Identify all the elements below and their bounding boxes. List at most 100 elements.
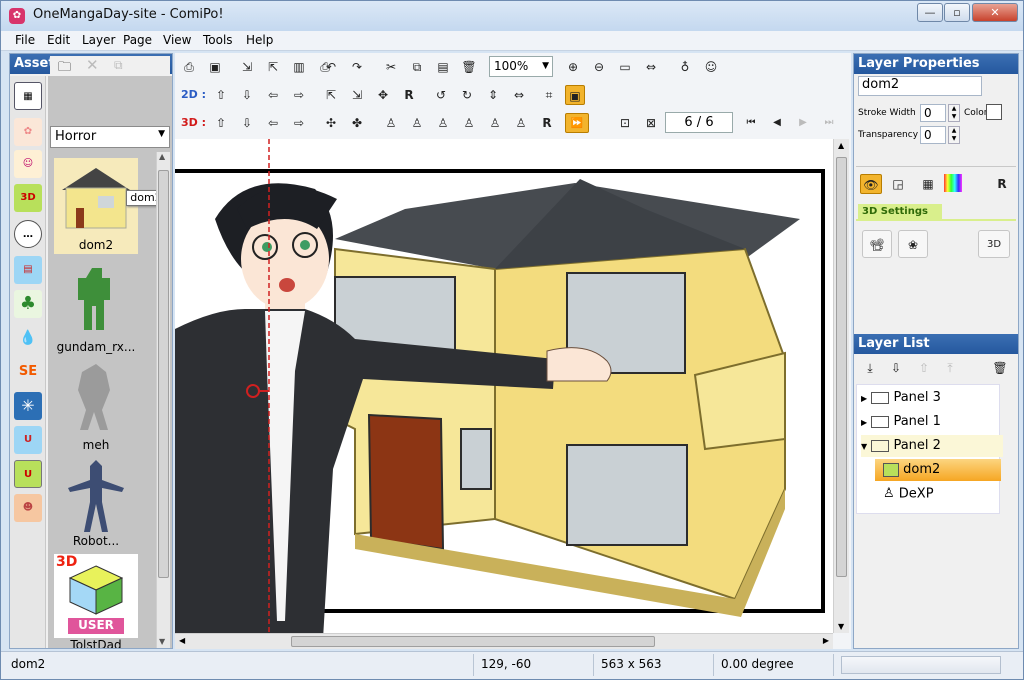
copy-tool-icon[interactable]: ⧉ xyxy=(407,57,427,77)
move-3d-down-icon[interactable]: ⇩ xyxy=(237,113,257,133)
user-bg-icon[interactable]: U xyxy=(14,426,42,454)
pose-turn-right-icon[interactable]: ♙ xyxy=(407,113,427,133)
flip-h-icon[interactable]: ⇔ xyxy=(509,85,529,105)
zoom-select[interactable]: 100% ▼ xyxy=(489,56,553,77)
move-left-icon[interactable]: ⇦ xyxy=(263,85,283,105)
3d-settings-tab[interactable]: 3D Settings xyxy=(858,204,942,220)
move-down-icon[interactable]: ⇩ xyxy=(237,85,257,105)
layer-delete-icon[interactable]: 🗑 xyxy=(990,358,1010,378)
scroll-up-icon[interactable]: ▲ xyxy=(159,152,165,161)
save-icon[interactable]: ▣ xyxy=(205,57,225,77)
layer-top-icon[interactable]: ⤒ xyxy=(940,358,960,378)
line-tool-icon[interactable]: ◲ xyxy=(888,174,908,194)
scale-all-icon[interactable]: ✥ xyxy=(373,85,393,105)
layer-name-field[interactable]: dom2 xyxy=(858,76,982,96)
fit-width-icon[interactable]: ⇔ xyxy=(641,57,661,77)
menu-page[interactable]: Page xyxy=(123,33,152,47)
pose-tilt-left-icon[interactable]: ♙ xyxy=(433,113,453,133)
canvas-hscroll-thumb[interactable] xyxy=(291,636,655,647)
color-swatch[interactable] xyxy=(986,104,1002,120)
scale-3d-in-icon[interactable]: ✣ xyxy=(321,113,341,133)
scale-nw-icon[interactable]: ⇱ xyxy=(321,85,341,105)
transparency-field[interactable]: 0 xyxy=(920,126,946,144)
reset-3d-icon[interactable]: R xyxy=(537,113,557,133)
new-page-icon[interactable]: ⎙ xyxy=(179,57,199,77)
move-3d-up-icon[interactable]: ⇧ xyxy=(211,113,231,133)
scroll-left-icon[interactable]: ◀ xyxy=(179,636,185,645)
menu-tools[interactable]: Tools xyxy=(203,33,233,47)
drop-icon[interactable]: 💧 xyxy=(14,324,42,352)
stroke-width-spinner[interactable]: ▲ ▼ xyxy=(948,104,960,122)
flip-v-icon[interactable]: ⇕ xyxy=(483,85,503,105)
menu-help[interactable]: Help xyxy=(246,33,273,47)
last-page-icon[interactable]: ⏭ xyxy=(819,113,839,133)
panel-artwork[interactable] xyxy=(175,139,833,633)
layer-item-dom2[interactable]: dom2 xyxy=(875,459,1001,481)
pattern-icon[interactable]: ▦ xyxy=(918,174,938,194)
color-map-icon[interactable] xyxy=(944,174,962,192)
pose-spin-icon[interactable]: ♙ xyxy=(485,113,505,133)
background-user-icon[interactable]: ▤ xyxy=(14,256,42,284)
3d-mode-icon[interactable]: 3D xyxy=(978,230,1010,258)
user-char-icon[interactable]: ☻ xyxy=(14,494,42,522)
delete-icon[interactable]: ✕ xyxy=(86,56,99,74)
layer-item-panel-1[interactable]: ▶ Panel 1 xyxy=(861,411,1001,433)
gundam-thumbnail[interactable] xyxy=(66,264,126,336)
scroll-right-icon[interactable]: ▶ xyxy=(823,636,829,645)
background-icon[interactable]: ✿ xyxy=(14,118,42,146)
zoom-out-icon[interactable]: ⊖ xyxy=(589,57,609,77)
scale-3d-out-icon[interactable]: ✤ xyxy=(347,113,367,133)
page-counter[interactable]: 6 / 6 xyxy=(665,112,733,133)
meh-thumbnail[interactable] xyxy=(66,360,126,436)
maximize-button[interactable]: ▫ xyxy=(944,3,970,22)
layer-item-panel-2[interactable]: ▼ Panel 2 xyxy=(861,435,1003,457)
rotate-right-icon[interactable]: ↻ xyxy=(457,85,477,105)
move-up-icon[interactable]: ⇧ xyxy=(211,85,231,105)
page-delete-icon[interactable]: ⊠ xyxy=(641,113,661,133)
menu-view[interactable]: View xyxy=(163,33,191,47)
layer-down-icon[interactable]: ⤓ xyxy=(860,358,880,378)
layout-icon[interactable]: ▦ xyxy=(14,82,42,110)
category-select[interactable]: Horror ▼ xyxy=(50,126,170,148)
canvas-vscroll-thumb[interactable] xyxy=(836,157,847,577)
paste-icon[interactable]: ▥ xyxy=(289,57,309,77)
tree-icon[interactable]: ♣ xyxy=(14,290,42,318)
layer-item-panel-3[interactable]: ▶ Panel 3 xyxy=(861,387,1001,409)
user-3d-icon[interactable]: U xyxy=(14,460,42,488)
transparency-spinner[interactable]: ▲ ▼ xyxy=(948,126,960,144)
zoom-in-icon[interactable]: ⊕ xyxy=(563,57,583,77)
next-page-icon[interactable]: ▶ xyxy=(793,113,813,133)
menu-edit[interactable]: Edit xyxy=(47,33,70,47)
move-3d-left-icon[interactable]: ⇦ xyxy=(263,113,283,133)
close-button[interactable]: ✕ xyxy=(972,3,1018,22)
face-icon[interactable]: ☺ xyxy=(701,57,721,77)
reset-2d-icon[interactable]: R xyxy=(399,85,419,105)
character-icon[interactable]: ☺ xyxy=(14,150,42,178)
undo-icon[interactable]: ↶ xyxy=(321,57,341,77)
manga-canvas[interactable] xyxy=(175,139,833,633)
menu-file[interactable]: File xyxy=(15,33,35,47)
folder-icon[interactable]: 🗀 xyxy=(58,58,71,80)
copy-icon[interactable]: ⧉ xyxy=(114,58,123,73)
layer-up-icon[interactable]: ⇧ xyxy=(914,358,934,378)
house-thumbnail[interactable] xyxy=(58,162,134,230)
scroll-up-icon[interactable]: ▲ xyxy=(838,141,844,150)
paste-tool-icon[interactable]: ▤ xyxy=(433,57,453,77)
material-icon[interactable]: ❀ xyxy=(898,230,928,258)
speech-balloon-icon[interactable]: … xyxy=(14,220,42,248)
light-icon[interactable]: ♁ xyxy=(675,57,695,77)
stroke-width-field[interactable]: 0 xyxy=(920,104,946,122)
visibility-icon[interactable]: 👁 xyxy=(860,174,882,194)
user-3d-thumbnail[interactable]: 3D USER xyxy=(54,554,138,638)
first-page-icon[interactable]: ⏮ xyxy=(741,113,761,133)
scale-ne-icon[interactable]: ⇲ xyxy=(347,85,367,105)
canvas-vscroll[interactable]: ▲ ▼ xyxy=(833,139,849,633)
minimize-button[interactable]: — xyxy=(917,3,943,22)
scroll-thumb[interactable] xyxy=(158,170,169,578)
menu-layer[interactable]: Layer xyxy=(82,33,115,47)
prev-page-icon[interactable]: ◀ xyxy=(767,113,787,133)
import-icon[interactable]: ⇱ xyxy=(263,57,283,77)
reset-props-icon[interactable]: R xyxy=(992,174,1012,194)
pose-tilt-right-icon[interactable]: ♙ xyxy=(459,113,479,133)
page-layout-icon[interactable]: ⊡ xyxy=(615,113,635,133)
